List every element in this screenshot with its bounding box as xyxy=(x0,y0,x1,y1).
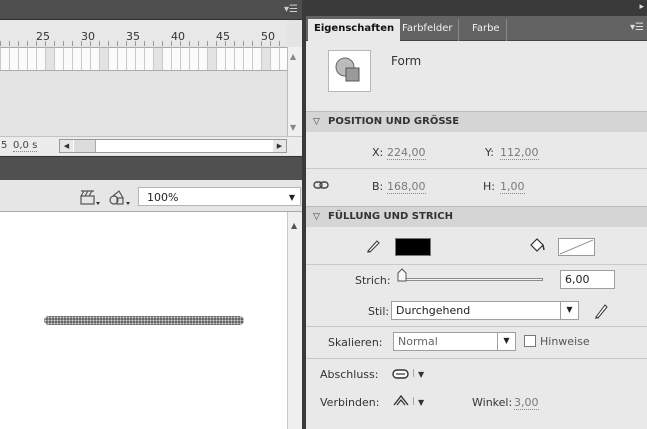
section-position-size[interactable]: ▽ POSITION UND GRÖSSE xyxy=(306,111,647,132)
properties-panel: ▸ Eigenschaften Farbfelder Farbe ▾☰ Form… xyxy=(306,0,647,429)
stroke-width-slider-thumb[interactable] xyxy=(397,268,407,282)
scroll-thumb[interactable] xyxy=(74,140,96,152)
stroke-style-select[interactable]: Durchgehend ▼ xyxy=(391,301,579,320)
separator: | xyxy=(412,368,415,377)
chevron-down-icon[interactable]: ▼ xyxy=(497,333,515,350)
document-tab-bar xyxy=(0,156,302,180)
current-frame: 5 xyxy=(1,140,8,151)
edit-stroke-style-icon[interactable] xyxy=(593,302,609,320)
x-value[interactable]: 224,00 xyxy=(387,146,426,160)
cap-dropdown-icon[interactable]: ▼ xyxy=(418,370,424,379)
join-dropdown-icon[interactable]: ▼ xyxy=(418,398,424,407)
instance-type-label: Form xyxy=(391,54,422,68)
verbinden-label: Verbinden: xyxy=(320,396,380,409)
scroll-up-icon[interactable]: ▲ xyxy=(290,52,296,61)
divider xyxy=(306,168,647,169)
b-label: B: xyxy=(372,180,384,193)
scale-value: Normal xyxy=(398,335,438,348)
zoom-select[interactable]: 100% ▼ xyxy=(138,187,301,206)
timeline-frame-ruler[interactable]: 25 30 35 40 45 50 xyxy=(0,20,287,46)
scroll-up-icon[interactable]: ▲ xyxy=(291,221,297,230)
link-icon[interactable] xyxy=(313,180,329,190)
section-title: FÜLLUNG UND STRICH xyxy=(328,211,453,222)
h-label: H: xyxy=(483,180,495,193)
stroke-width-slider-track[interactable] xyxy=(400,278,543,281)
tab-farbfelder[interactable]: Farbfelder xyxy=(396,19,460,41)
chevron-down-icon[interactable]: ▼ xyxy=(289,193,295,202)
section-toggle-icon[interactable]: ▽ xyxy=(313,212,320,222)
section-fill-stroke[interactable]: ▽ FÜLLUNG UND STRICH xyxy=(306,206,647,227)
collapse-icon[interactable]: ▸ xyxy=(639,2,644,12)
h-value[interactable]: 1,00 xyxy=(500,180,525,194)
y-value[interactable]: 112,00 xyxy=(500,146,539,160)
tab-eigenschaften[interactable]: Eigenschaften xyxy=(308,19,401,41)
panel-menu-icon[interactable]: ▾☰ xyxy=(284,4,298,15)
hinweise-label: Hinweise xyxy=(540,335,590,348)
fill-color-swatch[interactable] xyxy=(558,238,595,256)
pencil-icon xyxy=(367,240,380,253)
abschluss-label: Abschluss: xyxy=(320,368,379,381)
b-value[interactable]: 168,00 xyxy=(387,180,426,194)
timeline-status-bar: 5 0,0 s ◀ ▶ xyxy=(0,136,302,155)
stroke-color-swatch[interactable] xyxy=(395,238,431,256)
scale-select[interactable]: Normal ▼ xyxy=(393,332,516,351)
separator: | xyxy=(412,396,415,405)
shape-type-icon xyxy=(328,50,371,92)
divider xyxy=(306,358,647,359)
timeline-vertical-scrollbar[interactable]: ▲ ▼ xyxy=(287,47,302,136)
stroke-style-value: Durchgehend xyxy=(396,304,471,317)
edit-scene-icon[interactable] xyxy=(79,190,101,206)
scroll-right-icon[interactable]: ▶ xyxy=(273,140,286,152)
chevron-down-icon[interactable]: ▼ xyxy=(560,302,578,319)
scroll-left-icon[interactable]: ◀ xyxy=(60,140,73,152)
strich-label: Strich: xyxy=(355,274,391,287)
zoom-value: 100% xyxy=(147,191,179,204)
edit-symbols-icon[interactable] xyxy=(108,190,132,206)
stage-vertical-scrollbar[interactable]: ▲ xyxy=(287,212,302,429)
stroke-width-input[interactable]: 6,00 xyxy=(560,270,615,289)
hinweise-checkbox[interactable] xyxy=(524,335,536,347)
join-round-icon[interactable] xyxy=(392,393,410,407)
timeline-frames-row[interactable] xyxy=(0,47,287,71)
selected-line-shape[interactable] xyxy=(44,316,244,325)
scroll-down-icon[interactable]: ▼ xyxy=(290,123,296,132)
ruler-ticks xyxy=(0,41,287,46)
edit-bar: 100% ▼ xyxy=(0,180,302,212)
document-area: ▾☰ 25 30 35 40 45 50 ▲ ▼ 5 0,0 s ◀ ▶ 100… xyxy=(0,0,302,429)
elapsed-time[interactable]: 0,0 s xyxy=(13,140,38,152)
winkel-value[interactable]: 3,00 xyxy=(514,396,539,410)
section-toggle-icon[interactable]: ▽ xyxy=(313,117,320,127)
panel-titlebar: ▸ xyxy=(306,0,647,16)
stil-label: Stil: xyxy=(368,305,390,318)
divider xyxy=(306,326,647,327)
timeline-panel-header: ▾☰ xyxy=(0,0,302,20)
panel-menu-icon[interactable]: ▾☰ xyxy=(630,22,644,33)
tab-farbe[interactable]: Farbe xyxy=(466,19,507,41)
panel-tabs: Eigenschaften Farbfelder Farbe ▾☰ xyxy=(306,16,647,41)
x-label: X: xyxy=(372,146,384,159)
section-title: POSITION UND GRÖSSE xyxy=(328,116,460,127)
divider xyxy=(306,264,647,265)
cap-round-icon[interactable] xyxy=(392,368,410,380)
paint-bucket-icon xyxy=(530,238,545,252)
skalieren-label: Skalieren: xyxy=(328,336,383,349)
timeline-horizontal-scrollbar[interactable]: ◀ ▶ xyxy=(59,139,287,153)
timeline-layers-area[interactable] xyxy=(0,71,287,135)
winkel-label: Winkel: xyxy=(472,396,513,409)
y-label: Y: xyxy=(485,146,494,159)
